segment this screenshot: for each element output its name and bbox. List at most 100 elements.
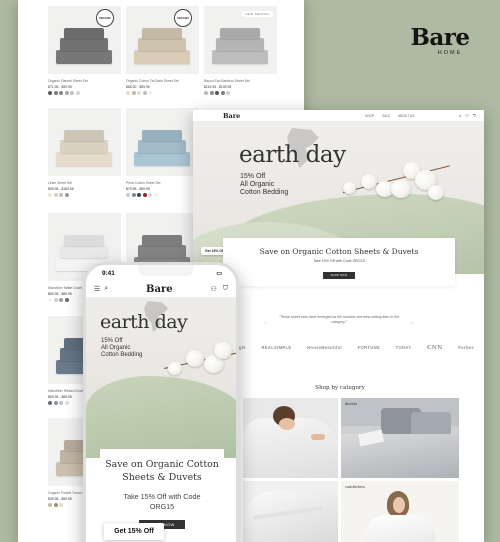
folded-sheet-shape	[220, 28, 260, 39]
color-swatch[interactable]	[226, 91, 230, 95]
category-tile-bedding[interactable]	[243, 481, 338, 542]
product-price: $85.00 - $99.95	[126, 85, 150, 89]
category-tile-duvets[interactable]: duvets	[341, 398, 459, 478]
folded-sheet-shape	[60, 245, 108, 258]
product-name[interactable]: Organic Cotton Tie-Back Sheet Set	[126, 79, 199, 83]
mobile-hero-banner[interactable]: earth day 15% Off All Organic Cotton Bed…	[86, 298, 236, 458]
cart-icon[interactable]: ⛉	[223, 285, 228, 293]
hero-blanket-image	[86, 376, 236, 458]
color-swatch[interactable]	[53, 503, 58, 507]
press-logo: Forbes	[458, 345, 474, 350]
color-swatch[interactable]	[70, 91, 74, 95]
status-time: 9:41	[102, 269, 115, 277]
product-card[interactable]: ORGANIC Organic Flannel Sheet Set $71.95 -…	[48, 6, 121, 95]
color-swatch[interactable]	[142, 193, 147, 197]
hero-sub-line: All Organic	[240, 180, 275, 188]
press-logo: REALSIMPLE	[261, 345, 292, 350]
product-card[interactable]: Linen Sheet Set $99.95 - $169.95	[48, 108, 121, 197]
product-image[interactable]: ORGANIC	[126, 6, 199, 74]
color-swatch[interactable]	[126, 193, 130, 197]
mobile-homepage: 9:41 ▭ ☰ ⌕ Bare ⚇ ⛉ earth day 15% Off Al…	[83, 262, 239, 542]
folded-sheet-shape	[56, 152, 112, 166]
color-swatch[interactable]	[75, 91, 80, 95]
nav-link-sale[interactable]: SALE	[382, 114, 390, 118]
menu-icon[interactable]: ☰	[94, 285, 100, 293]
color-swatch[interactable]	[64, 298, 69, 302]
color-swatch[interactable]	[59, 193, 63, 197]
chevron-left-icon[interactable]: ‹	[265, 320, 266, 325]
color-swatch[interactable]	[131, 193, 136, 197]
color-swatch[interactable]	[204, 91, 208, 95]
hero-title: earth day	[100, 311, 188, 333]
product-price: $119.95 - $149.95	[204, 85, 232, 89]
product-name[interactable]: Organic Flannel Sheet Set	[48, 79, 121, 83]
nav-link-about[interactable]: ABOUT US	[398, 114, 414, 118]
product-name[interactable]: Bayou Eco Bamboo Sheet Set	[204, 79, 277, 83]
color-swatch[interactable]	[59, 91, 63, 95]
hero-subtitle: 15% Off All Organic Cotton Bedding	[101, 338, 142, 359]
color-swatch[interactable]	[53, 401, 58, 405]
shop-now-button[interactable]: SHOP NOW	[322, 272, 356, 279]
color-swatch[interactable]	[64, 91, 69, 95]
category-tile-comforters[interactable]: comforters	[341, 481, 459, 542]
product-name[interactable]: Pima Cotton Sheet Set	[126, 181, 199, 185]
color-swatch[interactable]	[53, 91, 58, 95]
mobile-logo[interactable]: Bare	[146, 284, 173, 295]
color-swatch[interactable]	[131, 91, 136, 95]
brand-logo: Bare HOME	[402, 26, 478, 56]
hero-subtitle: 15% Off All Organic Cotton Bedding	[240, 173, 288, 196]
cotton-boll-image	[391, 180, 411, 198]
color-swatch[interactable]	[59, 401, 63, 405]
product-card[interactable]: Pima Cotton Sheet Set $79.95 - $99.95	[126, 108, 199, 197]
nav-link-shop[interactable]: SHOP	[365, 114, 374, 118]
color-swatch[interactable]	[48, 503, 52, 507]
color-swatch[interactable]	[215, 91, 219, 95]
color-swatch[interactable]	[220, 91, 225, 95]
folded-sheet-shape	[134, 50, 190, 64]
phone-status-bar: 9:41 ▭	[86, 265, 236, 281]
color-swatch[interactable]	[48, 401, 52, 405]
category-tile-bed[interactable]	[243, 398, 338, 478]
color-swatch[interactable]	[48, 298, 52, 302]
color-swatch[interactable]	[153, 193, 158, 197]
color-swatch[interactable]	[64, 193, 69, 197]
search-icon[interactable]: ⌕	[104, 285, 108, 293]
desktop-logo[interactable]: Bare	[223, 112, 240, 120]
product-name[interactable]: Linen Sheet Set	[48, 181, 121, 185]
hero-sub-line: Cotton Bedding	[101, 351, 143, 358]
color-swatch[interactable]	[59, 503, 63, 507]
product-image[interactable]: NEW ARRIVAL	[204, 6, 277, 74]
product-image[interactable]: ORGANIC	[48, 6, 121, 74]
folded-sheet-shape	[142, 130, 182, 141]
color-swatch[interactable]	[137, 91, 141, 95]
color-swatch[interactable]	[137, 193, 141, 197]
color-swatch[interactable]	[48, 91, 52, 95]
color-swatch[interactable]	[64, 401, 69, 405]
color-swatch[interactable]	[53, 193, 58, 197]
chevron-right-icon[interactable]: ›	[411, 320, 412, 325]
product-image[interactable]	[126, 108, 199, 176]
color-swatches	[204, 91, 277, 95]
account-icon[interactable]: ⚇	[465, 113, 469, 118]
press-quote: "These sheet sets have emerged as the nu…	[278, 315, 400, 325]
desktop-nav-icons: ⌕ ⚇ ⛉	[459, 113, 476, 118]
cotton-boll-image	[343, 182, 356, 194]
color-swatch[interactable]	[148, 91, 152, 95]
color-swatch[interactable]	[53, 298, 58, 302]
product-image[interactable]	[48, 108, 121, 176]
color-swatch[interactable]	[209, 91, 214, 95]
color-swatch[interactable]	[148, 193, 152, 197]
battery-icon: ▭	[216, 270, 222, 277]
color-swatch[interactable]	[48, 193, 52, 197]
color-swatch[interactable]	[126, 91, 130, 95]
promo-title: Save on Organic Cotton Sheets & Duvets	[259, 247, 419, 256]
search-icon[interactable]: ⌕	[459, 113, 461, 118]
product-card[interactable]: ORGANIC Organic Cotton Tie-Back Sheet Set…	[126, 6, 199, 95]
color-swatch[interactable]	[142, 91, 147, 95]
folded-sheet-shape	[138, 140, 186, 153]
cart-icon[interactable]: ⛉	[473, 113, 476, 118]
color-swatch[interactable]	[59, 298, 63, 302]
get-offer-tab[interactable]: Get 15% Off	[104, 523, 164, 540]
product-card[interactable]: NEW ARRIVAL Bayou Eco Bamboo Sheet Set $11…	[204, 6, 277, 95]
account-icon[interactable]: ⚇	[211, 285, 217, 293]
